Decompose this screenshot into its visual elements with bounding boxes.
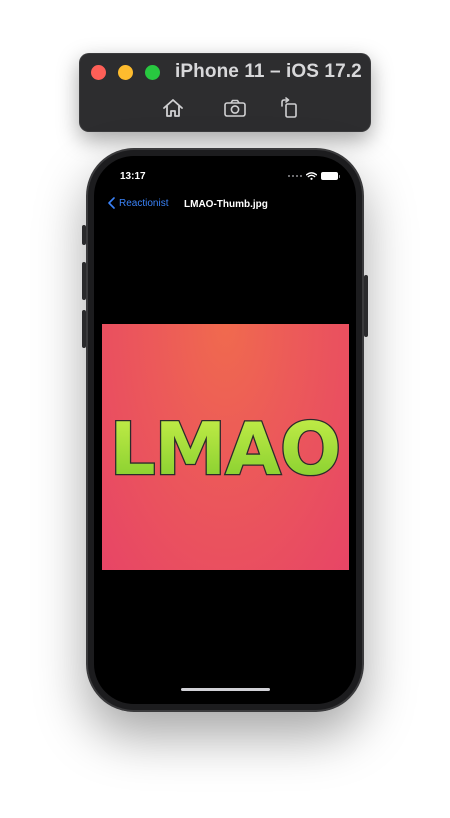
signal-dots-icon xyxy=(288,175,302,177)
chevron-left-icon xyxy=(108,197,115,209)
battery-icon xyxy=(321,172,340,180)
volume-up-button[interactable] xyxy=(82,262,86,300)
lmao-text: LMAO xyxy=(110,407,340,491)
screenshot-button[interactable] xyxy=(222,95,248,121)
volume-down-button[interactable] xyxy=(82,310,86,348)
navigation-bar: Reactionist LMAO-Thumb.jpg xyxy=(94,194,356,216)
rotate-icon xyxy=(281,97,297,118)
power-button[interactable] xyxy=(364,275,368,337)
nav-title: LMAO-Thumb.jpg xyxy=(184,199,268,210)
home-button[interactable] xyxy=(160,95,186,121)
lmao-thumbnail: LMAO xyxy=(108,406,342,493)
status-time: 13:17 xyxy=(120,171,146,182)
simulator-window: iPhone 11 – iOS 17.2 xyxy=(79,53,371,132)
image-preview: LMAO xyxy=(102,324,349,570)
minimize-window-button[interactable] xyxy=(118,65,133,80)
back-button-label: Reactionist xyxy=(119,197,169,209)
home-indicator[interactable] xyxy=(181,688,270,691)
wifi-icon xyxy=(306,172,317,180)
action-button[interactable] xyxy=(82,225,86,245)
phone-screen: 13:17 Reactionist LMAO-Thumb.jpg LMAO xyxy=(94,156,356,704)
back-button[interactable]: Reactionist xyxy=(108,197,168,209)
close-window-button[interactable] xyxy=(91,65,106,80)
status-icons xyxy=(288,172,340,180)
screenshot-icon xyxy=(224,99,246,117)
simulator-title: iPhone 11 – iOS 17.2 xyxy=(175,61,362,82)
rotate-button[interactable] xyxy=(277,95,303,121)
zoom-window-button[interactable] xyxy=(145,65,160,80)
home-icon xyxy=(163,99,183,117)
